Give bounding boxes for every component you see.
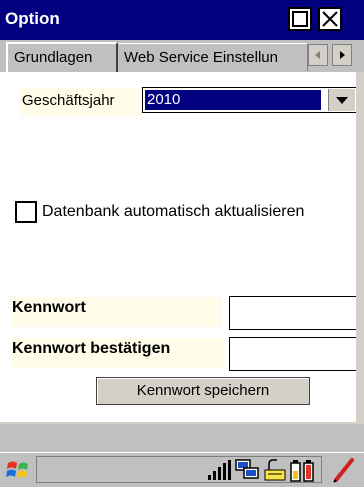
- tab-scroll-right-button[interactable]: [332, 44, 352, 66]
- tab-grundlagen[interactable]: Grundlagen: [6, 42, 118, 72]
- minimize-icon: [292, 11, 308, 27]
- window-frame-right: [356, 72, 364, 424]
- dropdown-button[interactable]: [328, 89, 355, 111]
- tab-web-service[interactable]: Web Service Einstellun: [118, 43, 308, 71]
- signal-strength-icon[interactable]: [206, 459, 232, 486]
- password-field[interactable]: [229, 296, 359, 330]
- auto-update-checkbox[interactable]: [15, 201, 37, 223]
- fiscal-year-value: 2010: [145, 90, 321, 110]
- save-password-button[interactable]: Kennwort speichern: [96, 377, 310, 405]
- taskbar: [0, 452, 364, 487]
- pen-icon[interactable]: [330, 456, 358, 489]
- confirm-password-label: Kennwort bestätigen: [12, 338, 226, 368]
- title-bar: Option: [0, 0, 364, 40]
- keyboard-icon[interactable]: [263, 458, 287, 487]
- chevron-down-icon: [336, 97, 348, 104]
- windows-start-icon[interactable]: [4, 457, 32, 488]
- password-label: Kennwort: [12, 297, 222, 327]
- fiscal-year-dropdown[interactable]: 2010: [142, 87, 357, 113]
- arrow-left-icon: [315, 51, 320, 59]
- tab-scroll-left-button[interactable]: [308, 44, 328, 66]
- close-button[interactable]: [318, 7, 342, 31]
- confirm-password-field[interactable]: [229, 337, 359, 371]
- network-icon[interactable]: [234, 458, 260, 487]
- fiscal-year-label: Geschäftsjahr: [20, 88, 142, 116]
- arrow-right-icon: [340, 51, 345, 59]
- battery-icon[interactable]: [288, 457, 316, 488]
- minimize-button[interactable]: [288, 7, 312, 31]
- auto-update-label[interactable]: Datenbank automatisch aktualisieren: [42, 203, 304, 221]
- window-title: Option: [5, 9, 60, 28]
- menu-bar: [0, 422, 364, 454]
- close-icon: [322, 11, 338, 27]
